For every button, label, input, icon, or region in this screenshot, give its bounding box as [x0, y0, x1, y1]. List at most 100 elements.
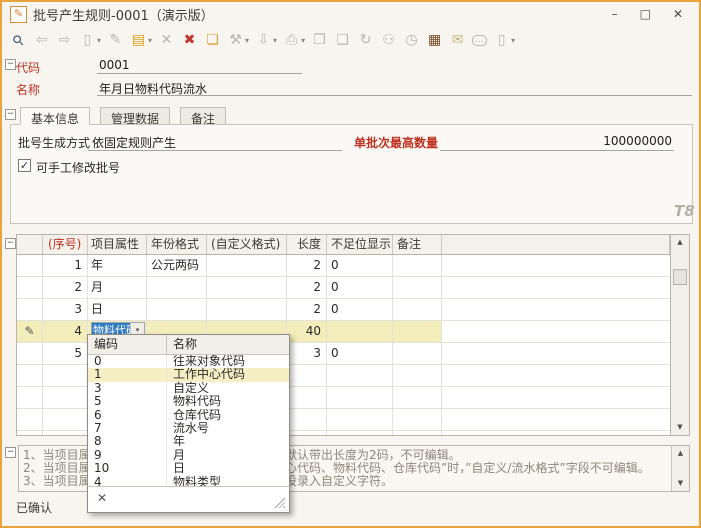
- delete-button[interactable]: ✕: [156, 31, 177, 50]
- dropdown-option[interactable]: 8年: [88, 435, 289, 448]
- tools-button[interactable]: ⚒▾: [225, 31, 251, 50]
- year-format-cell[interactable]: [147, 299, 207, 320]
- remark-cell[interactable]: [393, 343, 442, 364]
- row-indicator-cell[interactable]: [17, 409, 43, 430]
- remark-cell[interactable]: [393, 365, 442, 386]
- length-cell[interactable]: [287, 387, 327, 408]
- length-cell[interactable]: [287, 409, 327, 430]
- notes-scroll-down-icon[interactable]: ▼: [672, 476, 689, 491]
- history-button[interactable]: ◷: [401, 31, 422, 50]
- remark-cell[interactable]: [393, 299, 442, 320]
- scroll-down-icon[interactable]: ▼: [671, 420, 689, 435]
- row-indicator-cell[interactable]: [17, 431, 43, 435]
- dropdown-caret-icon[interactable]: ▾: [511, 36, 515, 45]
- length-cell[interactable]: [287, 365, 327, 386]
- seq-cell[interactable]: [43, 431, 88, 435]
- collapse-grid-toggle[interactable]: −: [5, 238, 16, 249]
- dropdown-option[interactable]: 3自定义: [88, 382, 289, 395]
- row-indicator-cell[interactable]: [17, 299, 43, 320]
- comment-button[interactable]: …: [470, 34, 489, 47]
- notes-scrollbar[interactable]: ▲ ▼: [671, 446, 689, 491]
- row-indicator-cell[interactable]: ✎: [17, 321, 43, 342]
- tab-manage-data[interactable]: 管理数据: [100, 107, 170, 125]
- seq-cell[interactable]: 2: [43, 277, 88, 298]
- row-indicator-cell[interactable]: [17, 277, 43, 298]
- attr-cell[interactable]: 年: [88, 255, 147, 276]
- dropdown-option[interactable]: 6仓库代码: [88, 409, 289, 422]
- delete-doc-button[interactable]: ✖: [179, 31, 200, 50]
- custom-format-cell[interactable]: [207, 277, 287, 298]
- manual-edit-checkbox[interactable]: ✓: [18, 159, 31, 172]
- remark-cell[interactable]: [393, 387, 442, 408]
- dropdown-option[interactable]: 1工作中心代码: [88, 368, 289, 381]
- user-lookup-button[interactable]: ⚇: [378, 31, 399, 50]
- remark-cell[interactable]: [393, 409, 442, 430]
- dropdown-option[interactable]: 9月: [88, 449, 289, 462]
- remark-cell[interactable]: [393, 277, 442, 298]
- row-indicator-cell[interactable]: [17, 387, 43, 408]
- pad-display-cell[interactable]: [327, 431, 393, 435]
- pad-display-cell[interactable]: 0: [327, 255, 393, 276]
- code-field[interactable]: 0001: [99, 58, 130, 72]
- dropdown-option[interactable]: 10日: [88, 462, 289, 475]
- length-cell[interactable]: 2: [287, 277, 327, 298]
- length-cell[interactable]: 3: [287, 343, 327, 364]
- dropdown-caret-icon[interactable]: ▾: [301, 36, 305, 45]
- next-button[interactable]: ⇨: [54, 31, 75, 50]
- pad-display-cell[interactable]: 0: [327, 343, 393, 364]
- pad-display-cell[interactable]: [327, 365, 393, 386]
- save-button[interactable]: ▤▾: [128, 31, 154, 50]
- dropdown-caret-icon[interactable]: ▾: [148, 36, 152, 45]
- remark-cell[interactable]: [393, 255, 442, 276]
- close-button[interactable]: ✕: [673, 7, 683, 21]
- row-indicator-cell[interactable]: [17, 365, 43, 386]
- notes-scroll-up-icon[interactable]: ▲: [672, 446, 689, 461]
- dropdown-clear-icon[interactable]: ✕: [97, 492, 107, 504]
- calculator-button[interactable]: ▦: [424, 31, 445, 50]
- pad-display-cell[interactable]: [327, 321, 393, 342]
- custom-format-cell[interactable]: [207, 255, 287, 276]
- remark-cell[interactable]: [393, 321, 442, 342]
- length-cell[interactable]: 2: [287, 255, 327, 276]
- scroll-up-icon[interactable]: ▲: [671, 235, 689, 250]
- tab-basic-info[interactable]: 基本信息: [20, 107, 90, 125]
- find-button[interactable]: ⚲: [8, 31, 29, 50]
- redo-doc-button[interactable]: ❑: [332, 31, 353, 50]
- collapse-tabs-toggle[interactable]: −: [5, 109, 16, 120]
- pad-display-cell[interactable]: 0: [327, 277, 393, 298]
- remark-cell[interactable]: [393, 431, 442, 435]
- attr-cell[interactable]: 月: [88, 277, 147, 298]
- max-qty-field[interactable]: 100000000: [542, 134, 672, 148]
- row-indicator-cell[interactable]: [17, 343, 43, 364]
- length-cell[interactable]: 40: [287, 321, 327, 342]
- gen-method-field[interactable]: 依固定规则产生: [92, 134, 176, 151]
- custom-format-cell[interactable]: [207, 299, 287, 320]
- year-format-cell[interactable]: 公元两码: [147, 255, 207, 276]
- collapse-notes-toggle[interactable]: −: [5, 447, 16, 458]
- seq-cell[interactable]: 5: [43, 343, 88, 364]
- row-indicator-cell[interactable]: [17, 255, 43, 276]
- dropdown-caret-icon[interactable]: ▾: [245, 36, 249, 45]
- length-cell[interactable]: 2: [287, 299, 327, 320]
- attachment-button[interactable]: ▯▾: [491, 31, 517, 50]
- year-format-cell[interactable]: [147, 277, 207, 298]
- scroll-thumb[interactable]: [673, 269, 687, 285]
- attr-cell[interactable]: 日: [88, 299, 147, 320]
- resize-grip-icon[interactable]: [274, 497, 285, 508]
- edit-button[interactable]: ✎: [105, 31, 126, 50]
- seq-cell[interactable]: [43, 365, 88, 386]
- dropdown-caret-icon[interactable]: ▾: [273, 36, 277, 45]
- pad-display-cell[interactable]: 0: [327, 299, 393, 320]
- seq-cell[interactable]: 4: [43, 321, 88, 342]
- refresh-button[interactable]: ↻: [355, 31, 376, 50]
- copy-button[interactable]: ❏: [202, 31, 223, 50]
- mail-button[interactable]: ✉: [447, 31, 468, 50]
- maximize-button[interactable]: □: [640, 7, 651, 21]
- seq-cell[interactable]: [43, 387, 88, 408]
- dropdown-caret-icon[interactable]: ▾: [97, 36, 101, 45]
- dropdown-option[interactable]: 5物料代码: [88, 395, 289, 408]
- collapse-header-toggle[interactable]: −: [5, 59, 16, 70]
- seq-cell[interactable]: [43, 409, 88, 430]
- export-doc-button[interactable]: ⇩▾: [253, 31, 279, 50]
- pad-display-cell[interactable]: [327, 409, 393, 430]
